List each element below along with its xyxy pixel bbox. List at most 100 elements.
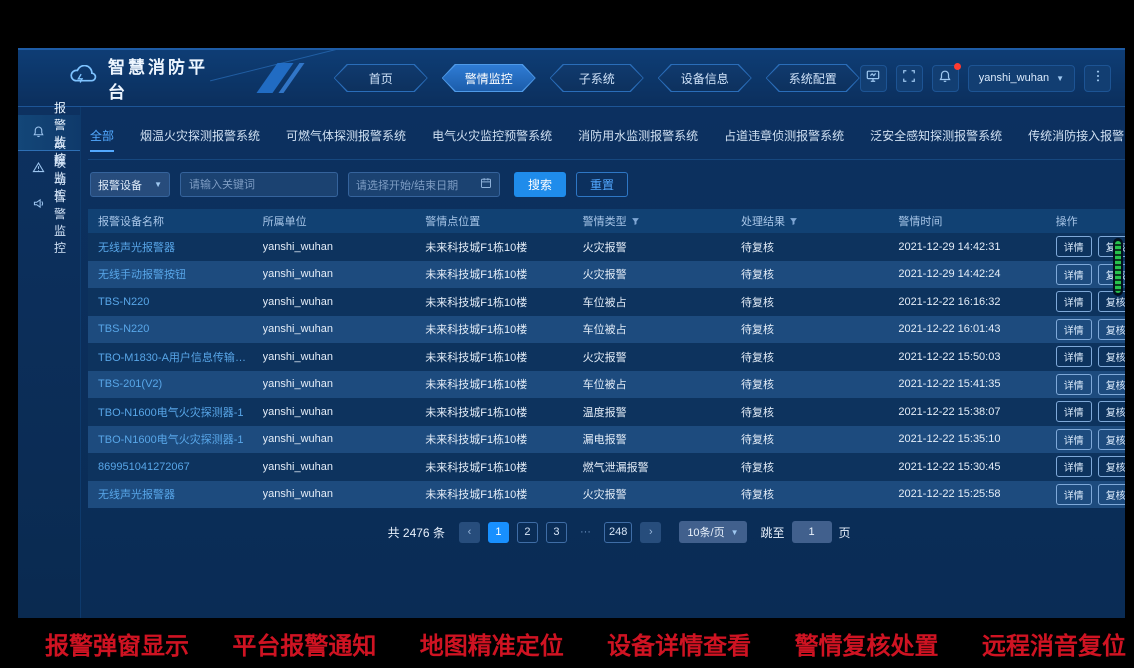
page-size-select[interactable]: 10条/页 ▼ bbox=[679, 521, 746, 543]
scrollbar-indicator[interactable] bbox=[1113, 238, 1123, 296]
device-name-link[interactable]: 无线手动报警按钮 bbox=[98, 266, 263, 282]
sidebar-item-alarm-monitoring[interactable]: 报警监控 bbox=[18, 115, 80, 151]
nav-tab-device-info[interactable]: 设备信息 bbox=[658, 64, 752, 92]
screen-view-button[interactable] bbox=[860, 65, 887, 92]
device-name-link[interactable]: TBO-N1600电气火灾探测器-1 bbox=[98, 404, 263, 420]
detail-button[interactable]: 详情 bbox=[1056, 456, 1092, 477]
table-row: TBS-N220yanshi_wuhan未来科技城F1栋10楼车位被占待复核20… bbox=[88, 288, 1125, 316]
main-nav: 首页警情监控 子系统 设备信息系统配置 bbox=[334, 64, 860, 92]
date-placeholder: 请选择开始/结束日期 bbox=[356, 177, 458, 193]
detail-button[interactable]: 详情 bbox=[1056, 319, 1092, 340]
nav-tab-system-config[interactable]: 系统配置 bbox=[766, 64, 860, 92]
system-tab-traditional-fire[interactable]: 传统消防接入报警系统 bbox=[1028, 127, 1125, 151]
review-button[interactable]: 复核 bbox=[1098, 429, 1125, 450]
review-button[interactable]: 复核 bbox=[1098, 484, 1125, 505]
sidebar-item-fault-monitoring[interactable]: 故障监控 bbox=[18, 151, 80, 187]
system-tabs: 全部 烟温火灾探测报警系统 可燃气体探测报警系统 电气火灾监控预警系统 消防用水监测报警… bbox=[88, 127, 1125, 160]
result-cell: 待复核 bbox=[741, 376, 898, 392]
notifications-button[interactable] bbox=[932, 65, 959, 92]
next-page-button[interactable]: › bbox=[640, 522, 661, 543]
unit-cell: yanshi_wuhan bbox=[263, 323, 426, 335]
system-tab-electrical-fire[interactable]: 电气火灾监控预警系统 bbox=[432, 127, 552, 151]
system-tab-all[interactable]: 全部 bbox=[90, 127, 114, 152]
device-name-link[interactable]: TBS-N220 bbox=[98, 296, 263, 308]
fullscreen-icon bbox=[902, 69, 916, 88]
location-cell: 未来科技城F1栋10楼 bbox=[425, 404, 582, 420]
fullscreen-button[interactable] bbox=[896, 65, 923, 92]
date-range-picker[interactable]: 请选择开始/结束日期 bbox=[348, 172, 500, 197]
row-actions: 详情复核 bbox=[1056, 346, 1125, 367]
time-cell: 2021-12-29 14:42:31 bbox=[898, 241, 1055, 253]
column-header-5: 警情时间 bbox=[898, 213, 1055, 229]
review-button[interactable]: 复核 bbox=[1098, 319, 1125, 340]
jump-page-input[interactable] bbox=[792, 521, 832, 543]
footer-label-5: 远程消音复位 bbox=[982, 626, 1126, 661]
system-tab-road-occupation[interactable]: 占道违章侦测报警系统 bbox=[724, 127, 844, 151]
result-cell: 待复核 bbox=[741, 486, 898, 502]
review-button[interactable]: 复核 bbox=[1098, 456, 1125, 477]
table-row: 无线声光报警器yanshi_wuhan未来科技城F1栋10楼火灾报警待复核202… bbox=[88, 233, 1125, 261]
detail-button[interactable]: 详情 bbox=[1056, 346, 1092, 367]
column-header-label: 警情时间 bbox=[898, 213, 942, 229]
page-button-3[interactable]: 3 bbox=[546, 522, 567, 543]
page-button-248[interactable]: 248 bbox=[604, 522, 632, 543]
column-header-label: 处理结果 bbox=[741, 213, 785, 229]
unit-cell: yanshi_wuhan bbox=[263, 241, 426, 253]
detail-button[interactable]: 详情 bbox=[1056, 291, 1092, 312]
table-row: TBO-M1830-A用户信息传输系统(外部化)yanshi_wuhan未来科技… bbox=[88, 343, 1125, 371]
detail-button[interactable]: 详情 bbox=[1056, 236, 1092, 257]
prev-page-button[interactable]: ‹ bbox=[459, 522, 480, 543]
sidebar-item-linkage-alarm-monitoring[interactable]: 联动告警监控 bbox=[18, 187, 80, 223]
review-button[interactable]: 复核 bbox=[1098, 346, 1125, 367]
device-name-link[interactable]: TBO-M1830-A用户信息传输系统(外部化) bbox=[98, 349, 263, 365]
unit-cell: yanshi_wuhan bbox=[263, 406, 426, 418]
alarm-type-cell: 车位被占 bbox=[583, 376, 741, 392]
keyword-input[interactable] bbox=[180, 172, 338, 197]
nav-tab-label: 子系统 bbox=[579, 70, 615, 87]
device-name-link[interactable]: 无线声光报警器 bbox=[98, 486, 263, 502]
result-cell: 待复核 bbox=[741, 266, 898, 282]
page-button-1[interactable]: 1 bbox=[488, 522, 509, 543]
review-button[interactable]: 复核 bbox=[1098, 401, 1125, 422]
detail-button[interactable]: 详情 bbox=[1056, 429, 1092, 450]
review-button[interactable]: 复核 bbox=[1098, 374, 1125, 395]
result-cell: 待复核 bbox=[741, 239, 898, 255]
sidebar-item-label: 联动告警监控 bbox=[54, 154, 66, 256]
alarm-type-cell: 车位被占 bbox=[583, 294, 741, 310]
column-header-label: 操作 bbox=[1056, 213, 1078, 229]
user-menu[interactable]: yanshi_wuhan ▼ bbox=[968, 65, 1075, 92]
footer-label-2: 地图精准定位 bbox=[420, 626, 564, 661]
nav-tab-home[interactable]: 首页 bbox=[334, 64, 428, 92]
detail-button[interactable]: 详情 bbox=[1056, 374, 1092, 395]
more-menu-button[interactable] bbox=[1084, 65, 1111, 92]
location-cell: 未来科技城F1栋10楼 bbox=[425, 349, 582, 365]
detail-button[interactable]: 详情 bbox=[1056, 484, 1092, 505]
jump-suffix: 页 bbox=[839, 524, 851, 541]
detail-button[interactable]: 详情 bbox=[1056, 264, 1092, 285]
page-button-2[interactable]: 2 bbox=[517, 522, 538, 543]
system-tab-fire-water[interactable]: 消防用水监测报警系统 bbox=[578, 127, 698, 151]
device-name-link[interactable]: 无线声光报警器 bbox=[98, 239, 263, 255]
header-actions: yanshi_wuhan ▼ bbox=[860, 65, 1125, 92]
system-tab-smoke-temp-fire[interactable]: 烟温火灾探测报警系统 bbox=[140, 127, 260, 151]
screen-icon bbox=[866, 69, 880, 88]
column-header-label: 报警设备名称 bbox=[98, 213, 164, 229]
filter-funnel-icon[interactable] bbox=[631, 217, 640, 226]
system-tab-security-sensing[interactable]: 泛安全感知探测报警系统 bbox=[870, 127, 1002, 151]
alarm-type-cell: 漏电报警 bbox=[583, 431, 741, 447]
filter-funnel-icon[interactable] bbox=[789, 217, 798, 226]
device-name-link[interactable]: 869951041272067 bbox=[98, 461, 263, 473]
search-button[interactable]: 搜索 bbox=[514, 172, 566, 197]
reset-button[interactable]: 重置 bbox=[576, 172, 628, 197]
system-tab-combustible-gas[interactable]: 可燃气体探测报警系统 bbox=[286, 127, 406, 151]
device-name-link[interactable]: TBS-N220 bbox=[98, 323, 263, 335]
footer-label-0: 报警弹窗显示 bbox=[45, 626, 189, 661]
detail-button[interactable]: 详情 bbox=[1056, 401, 1092, 422]
nav-tab-alarm-monitor[interactable]: 警情监控 bbox=[442, 64, 536, 92]
chevron-down-icon: ▼ bbox=[1056, 74, 1064, 83]
table-row: TBS-N220yanshi_wuhan未来科技城F1栋10楼车位被占待复核20… bbox=[88, 316, 1125, 344]
device-name-link[interactable]: TBS-201(V2) bbox=[98, 378, 263, 390]
nav-tab-subsystems[interactable]: 子系统 bbox=[550, 64, 644, 92]
device-name-link[interactable]: TBO-N1600电气火灾探测器-1 bbox=[98, 431, 263, 447]
category-select[interactable]: 报警设备 ▼ bbox=[90, 172, 170, 197]
